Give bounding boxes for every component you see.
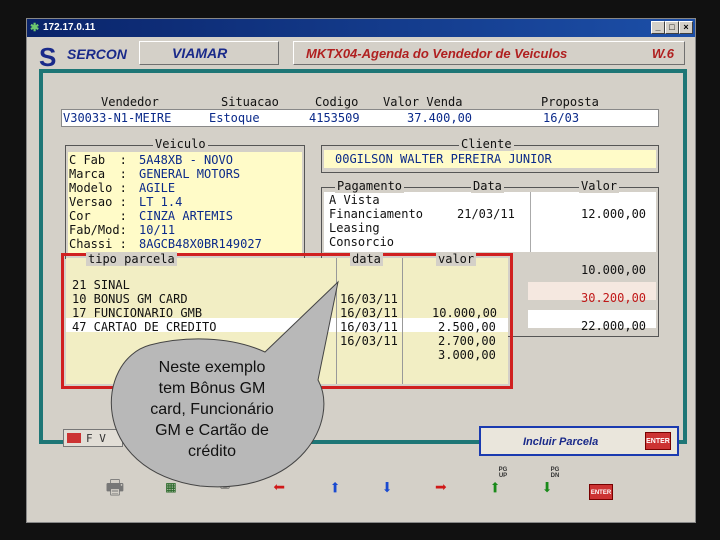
callout-line: Neste exemplo <box>158 359 266 376</box>
callout-line: GM e Cartão de <box>155 422 269 439</box>
callout-text: Neste exemplo tem Bônus GM card, Funcion… <box>112 357 312 462</box>
callout-line: card, Funcionário <box>150 401 274 418</box>
callout-line: tem Bônus GM <box>158 380 266 397</box>
callout-line: crédito <box>187 443 237 460</box>
callout-balloon <box>110 280 339 488</box>
